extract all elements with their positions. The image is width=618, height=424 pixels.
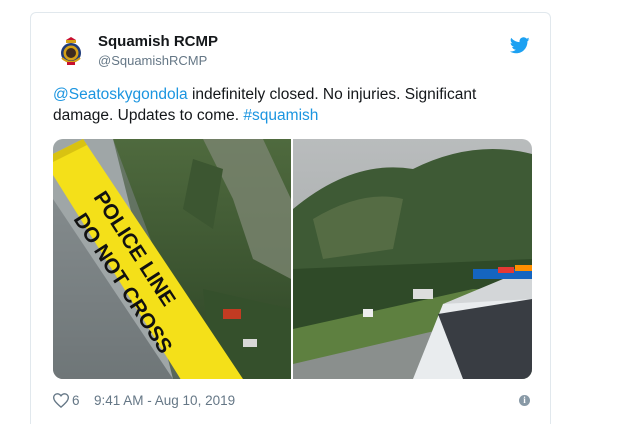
photo-police-tape[interactable]: POLICE LINE DO NOT CROSS: [53, 139, 291, 379]
rcmp-crest-icon: [61, 37, 81, 65]
account-handle[interactable]: @SquamishRCMP: [98, 53, 207, 68]
photo-police-car[interactable]: [293, 139, 532, 379]
info-icon[interactable]: i: [519, 395, 530, 406]
mention-link[interactable]: @Seatoskygondola: [53, 86, 188, 103]
avatar[interactable]: [53, 33, 89, 69]
like-count: 6: [72, 393, 80, 408]
tweet-card: Squamish RCMP @SquamishRCMP @Seatoskygon…: [30, 12, 551, 424]
twitter-bird-icon[interactable]: [510, 37, 530, 54]
tweet-footer: 6 9:41 AM - Aug 10, 2019 i: [53, 391, 530, 411]
tweet-header: Squamish RCMP @SquamishRCMP: [53, 33, 530, 73]
heart-icon[interactable]: [53, 393, 69, 408]
media-grid: POLICE LINE DO NOT CROSS: [53, 139, 532, 379]
timestamp-link[interactable]: 9:41 AM - Aug 10, 2019: [94, 393, 235, 408]
display-name[interactable]: Squamish RCMP: [98, 33, 218, 50]
hashtag-link[interactable]: #squamish: [243, 107, 318, 124]
tweet-text: @Seatoskygondola indefinitely closed. No…: [53, 84, 513, 126]
